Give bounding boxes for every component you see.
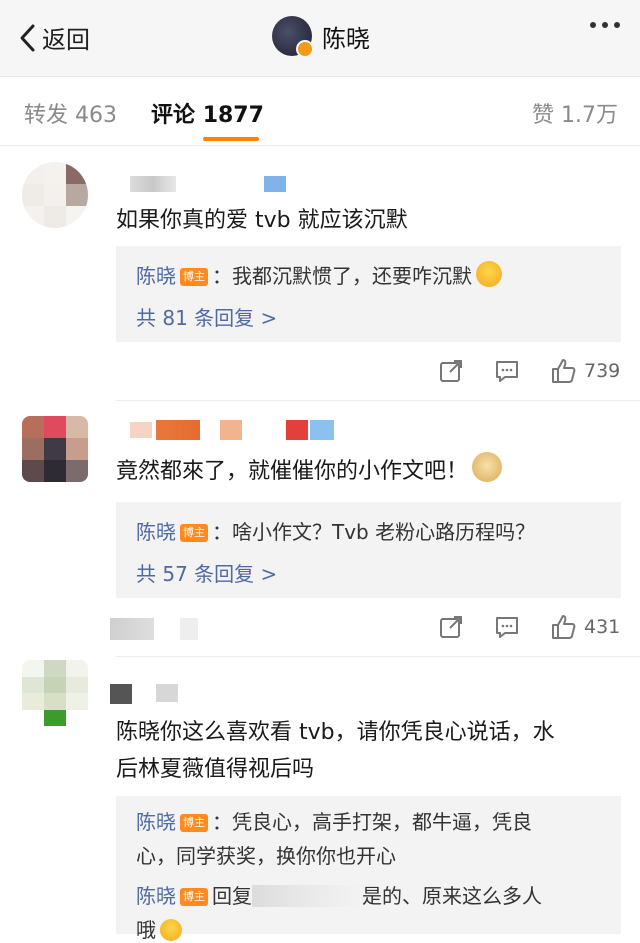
blurred-username[interactable] <box>130 176 176 192</box>
verified-badge-icon <box>296 40 314 58</box>
reply-line: 陈晓 博主 ：啥小作文？Tvb 老粉心路历程吗？ <box>136 516 535 545</box>
laughing-emoji-icon <box>476 261 502 287</box>
blurred-username <box>220 420 242 440</box>
tab-comments[interactable]: 评论 1877 <box>151 97 264 129</box>
author-badge: 博主 <box>180 888 208 906</box>
tab-label: 转发 <box>24 103 69 128</box>
reply-author[interactable]: 陈晓 <box>136 264 176 288</box>
reply-text: ：啥小作文？Tvb 老粉心路历程吗？ <box>212 520 536 544</box>
like-count: 431 <box>584 616 621 638</box>
author-badge: 博主 <box>180 814 208 832</box>
comment-text-line: 后林夏薇值得视后吗 <box>116 757 315 782</box>
reply-prefix: 回复 <box>212 884 252 908</box>
tab-label: 评论 <box>151 103 196 128</box>
avatar[interactable] <box>272 16 314 58</box>
blurred-user-badge <box>310 420 334 440</box>
reply-box[interactable]: 陈晓 博主 ：凭良心，高手打架，都牛逼，凭良 心，同学获奖，换你你也开心 陈晓 博主回… <box>116 796 621 942</box>
tab-label: 赞 <box>532 103 555 128</box>
comment-item: 如果你真的爱 tvb 就应该沉默 陈晓 博主 ：我都沉默惯了，还要咋沉默 共 81 … <box>0 146 640 401</box>
reply-text: 哦 <box>136 918 156 942</box>
blurred-user-badge <box>264 176 286 192</box>
tab-count: 1.7万 <box>561 103 619 128</box>
thumbs-up-icon <box>552 615 576 639</box>
comment-text-line: 陈晓你这么喜欢看 tvb，请你凭良心说话，水 <box>116 720 555 745</box>
reply-text: 是的、原来这么多人 <box>362 884 542 908</box>
dot-icon <box>590 22 596 28</box>
back-button[interactable]: 返回 <box>18 20 90 55</box>
comment-item: 竟然都來了，就催催你的小作文吧！ 陈晓 博主 ：啥小作文？Tvb 老粉心路历程吗？ … <box>0 402 640 657</box>
view-more-replies-link[interactable]: 共 81 条回复 > <box>136 302 277 331</box>
back-label: 返回 <box>42 26 90 54</box>
share-icon <box>440 616 462 638</box>
avatar[interactable] <box>22 416 88 482</box>
surprised-emoji-icon <box>160 919 182 941</box>
blurred-username[interactable] <box>130 422 152 438</box>
blurred-avatar-image <box>22 660 88 726</box>
like-button[interactable] <box>550 358 576 388</box>
reply-box[interactable]: 陈晓 博主 ：我都沉默惯了，还要咋沉默 共 81 条回复 > <box>116 246 621 342</box>
profile-header[interactable]: 陈晓 <box>272 16 370 58</box>
blurred-username <box>156 420 200 440</box>
tab-count: 463 <box>75 103 118 128</box>
reply-line: 陈晓 博主 ：我都沉默惯了，还要咋沉默 <box>136 260 502 289</box>
tab-count: 1877 <box>202 103 264 128</box>
blurred-avatar-image <box>22 162 88 228</box>
reply-button[interactable] <box>494 614 520 644</box>
tab-reposts[interactable]: 转发 463 <box>24 97 117 129</box>
divider <box>116 400 640 401</box>
active-tab-indicator <box>203 137 259 141</box>
comment-text: 竟然都來了，就催催你的小作文吧！ <box>116 452 616 490</box>
reply-author[interactable]: 陈晓 <box>136 884 176 908</box>
more-options-button[interactable] <box>590 22 620 28</box>
reply-author[interactable]: 陈晓 <box>136 520 176 544</box>
blurred-username[interactable] <box>110 684 132 704</box>
blurred-mention <box>252 885 362 907</box>
share-button[interactable] <box>438 614 464 644</box>
blurred-user-badge <box>286 420 308 440</box>
author-badge: 博主 <box>180 524 208 542</box>
avatar[interactable] <box>22 162 88 228</box>
comment-text: 如果你真的爱 tvb 就应该沉默 <box>116 208 408 233</box>
comment-actions: 739 <box>438 358 628 388</box>
reply-author[interactable]: 陈晓 <box>136 810 176 834</box>
comment-icon <box>496 361 518 382</box>
chevron-left-icon <box>20 24 35 51</box>
like-count: 739 <box>584 360 621 382</box>
comment-text-content: 竟然都來了，就催催你的小作文吧！ <box>116 459 469 484</box>
reply-line: 哦 <box>136 914 182 943</box>
comment-item: 陈晓你这么喜欢看 tvb，请你凭良心说话，水 后林夏薇值得视后吗 陈晓 博主 ：凭良… <box>0 658 640 942</box>
thumbs-up-icon <box>552 359 576 383</box>
reply-text-continued: 心，同学获奖，换你你也开心 <box>136 844 396 868</box>
share-button[interactable] <box>438 358 464 388</box>
reply-text: ：凭良心，高手打架，都牛逼，凭良 <box>212 810 532 834</box>
reply-button[interactable] <box>494 358 520 388</box>
tab-bar: 转发 463 评论 1877 赞 1.7万 <box>0 77 640 146</box>
reply-box[interactable]: 陈晓 博主 ：啥小作文？Tvb 老粉心路历程吗？ 共 57 条回复 > <box>116 502 621 598</box>
comment-text: 陈晓你这么喜欢看 tvb，请你凭良心说话，水 后林夏薇值得视后吗 <box>116 714 626 788</box>
author-badge: 博主 <box>180 268 208 286</box>
blurred-username <box>156 684 178 702</box>
doge-emoji-icon <box>472 452 503 482</box>
page-title: 陈晓 <box>322 24 370 53</box>
like-button[interactable] <box>550 614 576 644</box>
share-icon <box>440 360 462 382</box>
reply-text: ：我都沉默惯了，还要咋沉默 <box>212 264 472 288</box>
nav-bar: 返回 陈晓 <box>0 0 640 77</box>
tab-likes[interactable]: 赞 1.7万 <box>532 97 618 129</box>
avatar[interactable] <box>22 660 88 726</box>
blurred-avatar-image <box>22 416 88 482</box>
comment-actions: 431 <box>438 614 628 644</box>
blurred-timestamp <box>180 618 198 640</box>
view-more-replies-link[interactable]: 共 57 条回复 > <box>136 558 277 587</box>
divider <box>116 656 640 657</box>
comment-icon <box>496 617 518 638</box>
dot-icon <box>614 22 620 28</box>
reply-line: 陈晓 博主 ：凭良心，高手打架，都牛逼，凭良 <box>136 806 532 835</box>
blurred-timestamp <box>110 618 154 640</box>
reply-line: 陈晓 博主 回复 是的、原来这么多人 <box>136 880 542 909</box>
dot-icon <box>602 22 608 28</box>
